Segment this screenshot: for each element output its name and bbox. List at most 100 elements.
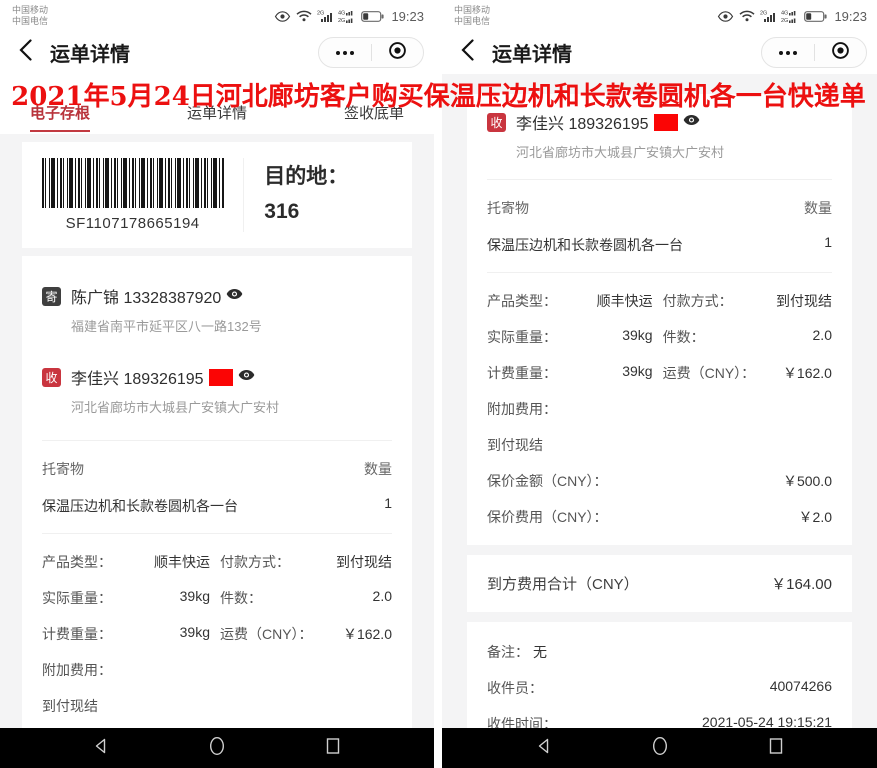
receiver-address: 河北省廊坊市大城县广安镇大广安村 [516, 142, 724, 161]
more-dots-icon [336, 51, 354, 55]
barcode-block: SF1107178665194 [22, 158, 244, 232]
sim1-network-label: 2G [317, 11, 324, 17]
carrier-line-1: 中国移动 [454, 5, 490, 16]
detail-grid: 产品类型：顺丰快运 付款方式：到付现结 实际重量：39kg 件数：2.0 计费重… [22, 534, 412, 728]
waybill-number: SF1107178665194 [66, 215, 200, 232]
carrier-labels: 中国移动 中国电信 [12, 5, 48, 28]
field-value: 顺丰快运 [557, 291, 653, 311]
field-value: 39kg [112, 588, 210, 608]
signal-sim1-icon: 2G [760, 9, 776, 23]
field-value: 39kg [557, 363, 653, 383]
waybill-info-card: 寄 陈广锦 13328387920 福建省南平市延平区八一路132号 [22, 256, 412, 728]
field-value: 到付现结 [733, 291, 832, 311]
more-menu-button[interactable] [762, 38, 814, 67]
field-value: 39kg [112, 624, 210, 644]
field-value: ￥162.0 [313, 624, 392, 644]
back-button[interactable] [454, 39, 480, 65]
svg-text:4G: 4G [338, 11, 345, 17]
receiver-row: 收 李佳兴 189326195 河北省廊坊市大城县广安镇大广安村 [487, 110, 832, 161]
field-label: 附加费用： [42, 660, 112, 680]
field-label: 件数： [663, 327, 705, 347]
target-circle-icon [831, 41, 850, 65]
field-value: 顺丰快运 [112, 552, 210, 572]
clock-text: 19:23 [834, 9, 867, 24]
svg-text:2G: 2G [781, 18, 788, 23]
wifi-icon [739, 10, 755, 22]
annotation-title: 2021年5月24日河北廊坊客户购买保温压边机和长款卷圆机各一台快递单 [0, 76, 877, 113]
screenshot-gap [434, 0, 442, 768]
field-label: 运费（CNY）： [220, 624, 313, 644]
field-value: ￥2.0 [608, 507, 832, 527]
battery-icon [361, 11, 384, 22]
svg-text:2G: 2G [338, 18, 345, 23]
clock-text: 19:23 [391, 9, 424, 24]
signal-sim1-icon: 2G [317, 9, 333, 23]
field-value: 到付现结 [290, 552, 392, 572]
courier-label: 收件员： [487, 678, 543, 698]
android-back-button[interactable] [534, 736, 554, 761]
android-recents-button[interactable] [323, 736, 343, 761]
phone-panel-left: 中国移动 中国电信 2G 4G2G 19:23 [0, 0, 434, 768]
field-label: 实际重量： [42, 588, 112, 608]
status-bar: 中国移动 中国电信 2G 4G2G 19:23 [442, 0, 877, 30]
field-label: 到付现结 [42, 696, 98, 716]
cargo-item-qty: 1 [252, 495, 392, 517]
address-section: 寄 陈广锦 13328387920 福建省南平市延平区八一路132号 [22, 256, 412, 440]
cargo-item-name: 保温压边机和长款卷圆机各一台 [487, 234, 697, 256]
close-miniprogram-button[interactable] [815, 38, 867, 67]
field-value: ￥162.0 [755, 363, 832, 383]
field-label: 产品类型： [42, 552, 112, 572]
close-miniprogram-button[interactable] [372, 38, 424, 67]
nav-bar: 运单详情 [0, 30, 434, 74]
svg-text:4G: 4G [781, 11, 788, 17]
eye-toggle-icon[interactable] [683, 113, 700, 131]
more-dots-icon [779, 51, 797, 55]
nav-bar: 运单详情 [442, 30, 877, 74]
field-label: 实际重量： [487, 327, 557, 347]
total-value: ￥164.00 [639, 573, 832, 594]
android-home-button[interactable] [207, 735, 227, 762]
sender-badge: 寄 [42, 287, 61, 306]
destination-label: 目的地： [264, 160, 412, 195]
field-label: 计费重量： [487, 363, 557, 383]
receipt-meta-card: 备注： 无 收件员： 40074266 收件时间： 2021-05-24 19:… [467, 622, 852, 728]
destination-code: 316 [264, 195, 412, 230]
cargo-item-name: 保温压边机和长款卷圆机各一台 [42, 495, 252, 517]
remark-value: 无 [533, 642, 547, 662]
cargo-column-header: 托寄物 [487, 198, 529, 218]
miniprogram-capsule [318, 37, 424, 68]
receiver-badge: 收 [487, 113, 506, 132]
total-fee-card: 到方费用合计（CNY） ￥164.00 [467, 555, 852, 612]
destination-block: 目的地： 316 [244, 158, 412, 232]
sender-row: 寄 陈广锦 13328387920 福建省南平市延平区八一路132号 [42, 284, 392, 335]
android-home-button[interactable] [650, 735, 670, 762]
field-label: 附加费用： [487, 399, 557, 419]
android-nav-bar [442, 728, 877, 768]
more-menu-button[interactable] [319, 38, 371, 67]
waybill-info-card: 收 李佳兴 189326195 河北省廊坊市大城县广安镇大广安村 [467, 94, 852, 545]
pickup-time-value: 2021-05-24 19:15:21 [557, 714, 832, 728]
android-recents-button[interactable] [766, 736, 786, 761]
eye-toggle-icon[interactable] [238, 368, 255, 386]
cargo-row: 保温压边机和长款卷圆机各一台 1 [42, 495, 392, 517]
field-label: 件数： [220, 588, 262, 608]
carrier-line-1: 中国移动 [12, 5, 48, 16]
carrier-labels: 中国移动 中国电信 [454, 5, 490, 28]
field-value: 2.0 [705, 327, 832, 347]
pickup-time-label: 收件时间： [487, 714, 557, 728]
field-value: 39kg [557, 327, 653, 347]
back-button[interactable] [12, 39, 38, 65]
cargo-row: 保温压边机和长款卷圆机各一台 1 [487, 234, 832, 256]
eye-toggle-icon[interactable] [226, 287, 243, 305]
field-value: ￥500.0 [608, 471, 832, 491]
field-label: 保价金额（CNY）： [487, 471, 608, 491]
status-bar: 中国移动 中国电信 2G 4G2G 19:23 [0, 0, 434, 30]
phone-redaction-box [654, 114, 678, 131]
page-title: 运单详情 [50, 38, 130, 67]
field-label: 保价费用（CNY）： [487, 507, 608, 527]
qty-column-header: 数量 [804, 198, 832, 218]
field-value: 2.0 [262, 588, 392, 608]
barcode-image [42, 158, 224, 208]
android-back-button[interactable] [91, 736, 111, 761]
back-chevron-icon [19, 39, 32, 66]
